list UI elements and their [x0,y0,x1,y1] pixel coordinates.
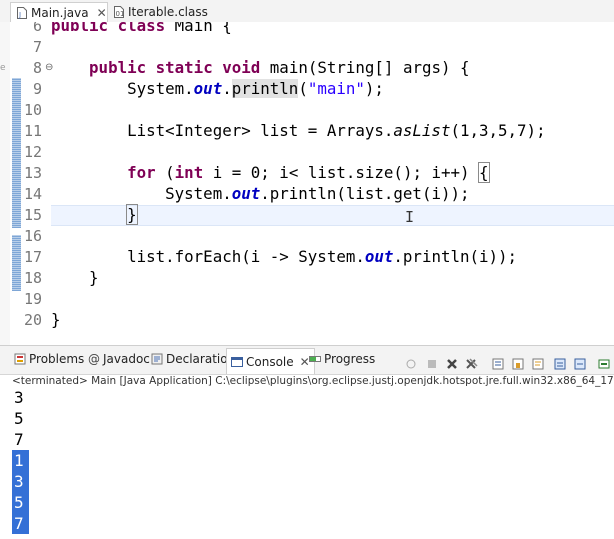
svg-text:J: J [18,11,21,19]
console-output-line: 7 [14,430,24,449]
close-icon[interactable]: ✕ [97,6,107,20]
code-editor[interactable]: e 6 7 8 9 10 11 12 13 14 15 16 17 18 19 … [0,22,614,345]
line-number: 15 [23,206,42,224]
pin-console-icon[interactable] [405,355,417,369]
code-line-11: List<Integer> list = Arrays.asList(1,3,5… [127,121,546,140]
ibeam-cursor-icon: I [405,208,415,226]
code-line-8: public static void main(String[] args) { [89,58,470,77]
class-file-icon: 01 [114,6,124,18]
clear-console-icon[interactable] [492,355,504,370]
java-file-icon: J [17,6,27,19]
line-number: 18 [23,269,42,287]
console-output-line: 3 [14,388,24,407]
console-output-line: 5 [14,409,24,428]
tab-iterable-class[interactable]: 01 Iterable.class [108,2,218,22]
line-number: 20 [23,311,42,329]
show-console-on-output-icon[interactable] [554,355,566,370]
line-number: 16 [23,227,42,245]
line-number: 13 [23,164,42,182]
tab-declaration[interactable]: Declaration [151,352,235,366]
code-line-13: for (int i = 0; i< list.size(); i++) { [127,162,490,183]
stop-icon[interactable] [426,355,438,368]
tab-label: Iterable.class [128,5,208,19]
display-selected-console-icon[interactable] [598,355,610,369]
declaration-icon [151,353,163,365]
line-number: 7 [32,38,42,56]
line-number: 6 [32,22,42,35]
code-line-9: System.out.println("main"); [127,79,384,98]
open-console-icon[interactable] [574,355,586,370]
remove-launch-icon[interactable] [446,355,458,369]
code-line-15: } [126,204,138,225]
ruler-marker: e [0,63,6,73]
code-line-18: } [89,268,99,287]
word-wrap-icon[interactable] [532,355,544,370]
console-process-title: <terminated> Main [Java Application] C:\… [12,375,614,387]
console-output-line-selected: 7 [12,513,29,534]
line-number: 17 [23,248,42,266]
console-output-line-selected: 3 [12,471,29,492]
console-icon [231,356,243,368]
line-number: 12 [23,143,42,161]
tab-javadoc[interactable]: @ Javadoc [88,352,150,366]
console-output-line-selected: 5 [12,492,29,513]
line-number: 11 [23,122,42,140]
problems-icon [14,353,26,365]
svg-text:01: 01 [116,10,125,18]
line-number: 8 [32,59,42,77]
tab-problems[interactable]: Problems [14,352,84,366]
progress-icon [309,353,321,365]
console-output-line-selected: 1 [12,450,29,471]
tab-main-java[interactable]: J Main.java ✕ [10,2,108,22]
code-line-17: list.forEach(i -> System.out.println(i))… [127,247,518,266]
line-number: 10 [23,101,42,119]
tab-console[interactable]: Console ✕ [226,348,315,374]
console-view[interactable]: <terminated> Main [Java Application] C:\… [0,375,614,539]
text-caret [136,207,138,224]
tab-label: Main.java [31,5,89,20]
code-line-20: } [51,310,61,329]
bottom-view-tab-bar: Problems @ Javadoc Declaration Console ✕… [0,345,614,375]
line-number: 14 [23,185,42,203]
line-number: 9 [32,80,42,98]
left-ruler: e [0,22,10,345]
scroll-lock-icon[interactable] [512,355,524,370]
javadoc-icon: @ [88,352,100,366]
code-line-14: System.out.println(list.get(i)); [165,184,470,203]
remove-all-terminated-icon[interactable] [466,355,478,369]
editor-tab-bar: J Main.java ✕ 01 Iterable.class [0,0,614,23]
line-number: 19 [23,290,42,308]
tab-progress[interactable]: Progress [309,352,375,366]
code-line-6: public class Main { [51,22,232,35]
